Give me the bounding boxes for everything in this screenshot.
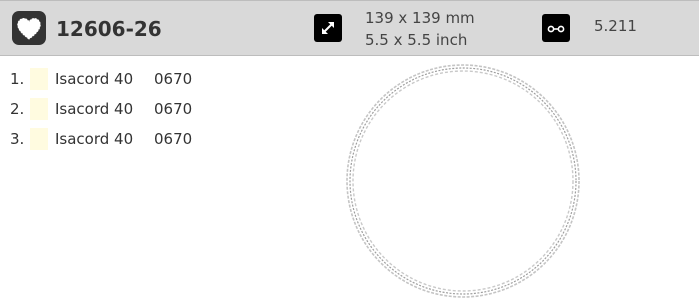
circle-outline-inner (352, 70, 574, 292)
design-header: 12606-26 139 x 139 mm 5.5 x 5.5 inch 5.2… (0, 0, 699, 56)
design-size-inch: 5.5 x 5.5 inch (365, 31, 468, 49)
thread-list: 1. Isacord 40 0670 2. Isacord 40 0670 3.… (10, 64, 192, 154)
thread-code: 0670 (154, 70, 193, 88)
thread-brand: Isacord 40 (55, 70, 134, 88)
circle-outline-outer (346, 64, 580, 298)
design-size-mm: 139 x 139 mm (365, 9, 475, 27)
color-swatch (30, 128, 48, 150)
thread-index: 1. (10, 70, 25, 88)
stitch-count: 5.211 (594, 17, 637, 35)
thread-brand: Isacord 40 (55, 100, 134, 118)
design-size: 139 x 139 mm 5.5 x 5.5 inch (365, 7, 475, 51)
stitch-count-icon (542, 14, 570, 42)
thread-row: 3. Isacord 40 0670 (10, 124, 192, 154)
design-preview (340, 63, 586, 300)
thread-brand: Isacord 40 (55, 130, 134, 148)
color-swatch (30, 68, 48, 90)
heart-icon (12, 11, 46, 45)
color-swatch (30, 98, 48, 120)
thread-code: 0670 (154, 130, 193, 148)
design-number: 12606-26 (56, 17, 162, 41)
thread-code: 0670 (154, 100, 193, 118)
resize-arrows-icon (314, 14, 342, 42)
thread-index: 2. (10, 100, 25, 118)
thread-row: 2. Isacord 40 0670 (10, 94, 192, 124)
circle-outline-middle (349, 67, 577, 295)
thread-row: 1. Isacord 40 0670 (10, 64, 192, 94)
thread-index: 3. (10, 130, 25, 148)
